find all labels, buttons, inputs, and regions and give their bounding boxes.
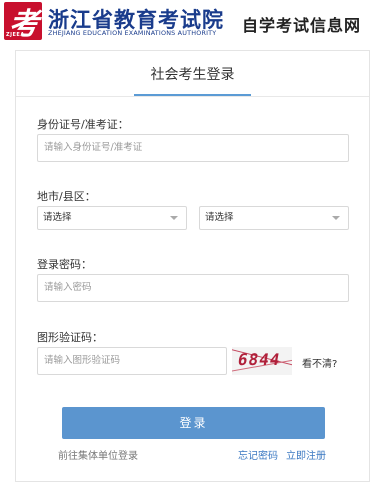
captcha-text: 6844 xyxy=(236,350,283,369)
county-select-value: 请选择 xyxy=(205,212,234,223)
captcha-label: 图形验证码： xyxy=(37,331,103,344)
exam-authority-logo: 考 ZJEEA xyxy=(4,2,42,42)
id-input[interactable]: 请输入身份证号/准考证 xyxy=(37,134,349,162)
title-underline xyxy=(134,94,251,96)
city-select[interactable]: 请选择 xyxy=(37,206,187,230)
org-name-en: ZHEJIANG EDUCATION EXAMINATIONS AUTHORIT… xyxy=(48,29,217,37)
login-card: 社会考生登录 身份证号/准考证： 请输入身份证号/准考证 地市/县区： 请选择 … xyxy=(15,50,370,482)
group-login-link[interactable]: 前往集体单位登录 xyxy=(58,447,138,462)
county-select[interactable]: 请选择 xyxy=(199,206,349,230)
chevron-down-icon xyxy=(170,216,178,220)
password-input[interactable]: 请输入密码 xyxy=(37,274,349,302)
city-select-value: 请选择 xyxy=(43,212,72,223)
captcha-input[interactable]: 请输入图形验证码 xyxy=(37,347,227,375)
region-label: 地市/县区： xyxy=(37,190,96,203)
login-title: 社会考生登录 xyxy=(150,67,235,83)
site-header: 考 ZJEEA 浙江省教育考试院 ZHEJIANG EDUCATION EXAM… xyxy=(0,0,385,42)
register-link[interactable]: 立即注册 xyxy=(286,447,326,462)
password-label: 登录密码： xyxy=(37,258,92,271)
site-name: 自学考试信息网 xyxy=(242,16,362,35)
forgot-password-link[interactable]: 忘记密码 xyxy=(238,447,278,462)
logo-abbrev: ZJEEA xyxy=(6,32,25,38)
title-divider xyxy=(16,96,369,97)
captcha-image[interactable]: 6844 xyxy=(232,347,292,375)
id-label: 身份证号/准考证： xyxy=(37,118,129,131)
chevron-down-icon xyxy=(332,216,340,220)
login-button[interactable]: 登录 xyxy=(62,407,325,439)
refresh-captcha-link[interactable]: 看不清? xyxy=(302,355,337,370)
